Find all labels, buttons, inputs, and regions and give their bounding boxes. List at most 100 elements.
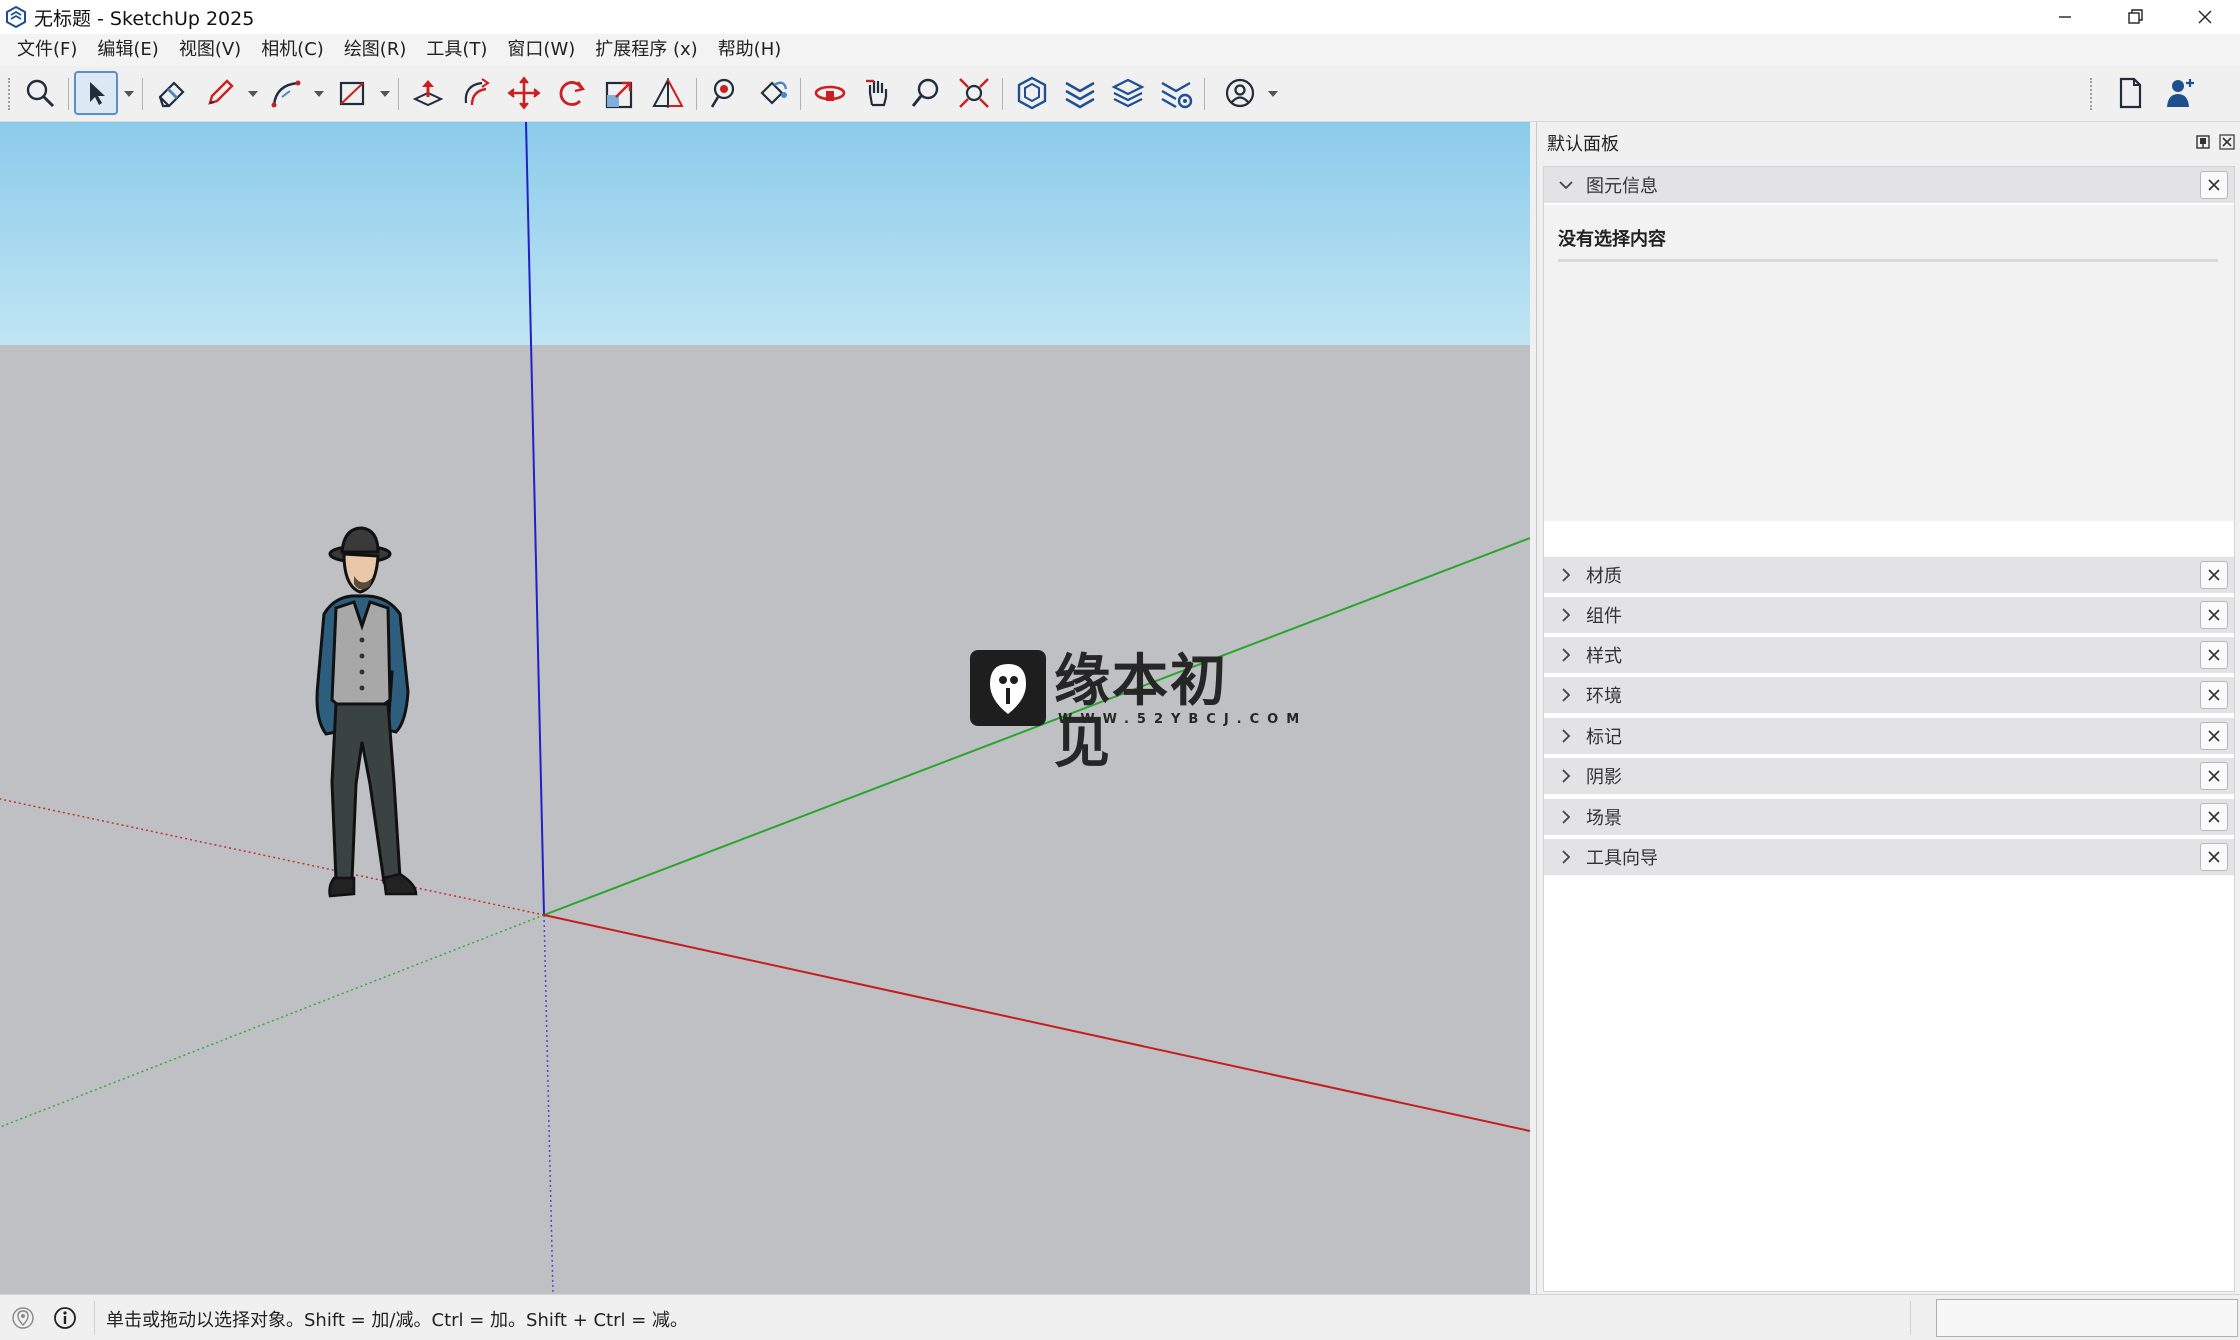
section-materials[interactable]: 材质 xyxy=(1544,557,2234,593)
close-section-button[interactable] xyxy=(2200,681,2228,709)
push-pull-tool-button[interactable] xyxy=(406,71,450,115)
menu-tools[interactable]: 工具(T) xyxy=(417,34,498,66)
user-profile-button[interactable] xyxy=(2158,71,2202,115)
geo-location-button[interactable] xyxy=(10,1305,36,1331)
scale-figure xyxy=(315,526,418,898)
modeling-viewport[interactable]: 缘本初见 WWW.52YBCJ.COM xyxy=(0,122,1530,1294)
section-shadows[interactable]: 阴影 xyxy=(1544,758,2234,794)
close-section-button[interactable] xyxy=(2200,171,2228,199)
pencil-tool-button[interactable] xyxy=(198,71,242,115)
main-toolbar xyxy=(0,66,2240,122)
chevron-down-icon xyxy=(1559,181,1573,190)
arc-tool-button[interactable] xyxy=(264,71,308,115)
menu-bar: 文件(F) 编辑(E) 视图(V) 相机(C) 绘图(R) 工具(T) 窗口(W… xyxy=(0,34,2240,66)
menu-extensions[interactable]: 扩展程序 (x) xyxy=(586,34,708,66)
menu-window[interactable]: 窗口(W) xyxy=(498,34,586,66)
menu-camera[interactable]: 相机(C) xyxy=(252,34,335,66)
section-scenes[interactable]: 场景 xyxy=(1544,799,2234,835)
close-section-button[interactable] xyxy=(2200,843,2228,871)
select-icon xyxy=(90,82,105,105)
restore-button[interactable] xyxy=(2100,0,2170,34)
tray-header-controls xyxy=(2195,134,2235,150)
window-controls xyxy=(2030,0,2240,34)
section-tags[interactable]: 标记 xyxy=(1544,718,2234,754)
toolbar-separator xyxy=(142,78,143,110)
pan-tool-button[interactable] xyxy=(856,71,900,115)
toolbar-separator xyxy=(68,78,69,110)
orbit-tool-button[interactable] xyxy=(808,71,852,115)
warehouse-button[interactable] xyxy=(1010,71,1054,115)
tray-title: 默认面板 xyxy=(1547,134,1619,155)
section-label: 环境 xyxy=(1586,686,1622,707)
section-entity-info[interactable]: 图元信息 xyxy=(1544,167,2234,203)
chevron-right-icon xyxy=(1562,608,1571,622)
toolbar-separator xyxy=(696,78,697,110)
section-styles[interactable]: 样式 xyxy=(1544,637,2234,673)
offset-icon xyxy=(652,78,684,108)
close-section-button[interactable] xyxy=(2200,762,2228,790)
section-instructor[interactable]: 工具向导 xyxy=(1544,839,2234,875)
rectangle-dropdown-arrow[interactable] xyxy=(378,88,392,100)
new-file-icon xyxy=(2119,77,2142,109)
chevron-down-icon xyxy=(380,91,390,97)
extension-warehouse-button[interactable] xyxy=(1058,71,1102,115)
zoom-tool-button[interactable] xyxy=(904,71,948,115)
section-label: 图元信息 xyxy=(1586,176,1658,197)
account-dropdown-arrow[interactable] xyxy=(1266,88,1280,100)
account-button[interactable] xyxy=(1218,71,1262,115)
select-tool-button[interactable] xyxy=(74,71,118,115)
section-components[interactable]: 组件 xyxy=(1544,597,2234,633)
new-file-button[interactable] xyxy=(2108,71,2152,115)
offset-tool-button[interactable] xyxy=(646,71,690,115)
section-label: 标记 xyxy=(1586,727,1622,748)
close-tray-icon[interactable] xyxy=(2219,134,2235,150)
menu-file[interactable]: 文件(F) xyxy=(8,34,88,66)
scale-tool-button[interactable] xyxy=(598,71,642,115)
close-section-button[interactable] xyxy=(2200,641,2228,669)
entity-info-content: 没有选择内容 xyxy=(1544,205,2234,521)
chevron-down-icon xyxy=(248,91,258,97)
pan-icon xyxy=(866,79,888,107)
close-section-button[interactable] xyxy=(2200,601,2228,629)
follow-me-tool-button[interactable] xyxy=(454,71,498,115)
divider xyxy=(1558,259,2218,262)
pin-icon[interactable] xyxy=(2195,134,2211,150)
credits-button[interactable] xyxy=(52,1305,78,1331)
close-section-button[interactable] xyxy=(2200,561,2228,589)
menu-edit[interactable]: 编辑(E) xyxy=(88,34,169,66)
layout-button[interactable] xyxy=(1106,71,1150,115)
zoom-extents-tool-button[interactable] xyxy=(952,71,996,115)
close-section-button[interactable] xyxy=(2200,722,2228,750)
red-axis xyxy=(543,914,1530,1132)
measurements-box[interactable] xyxy=(1936,1299,2238,1337)
toolbar-grip[interactable] xyxy=(2090,78,2093,110)
arc-dropdown-arrow[interactable] xyxy=(312,88,326,100)
menu-help[interactable]: 帮助(H) xyxy=(709,34,793,66)
minimize-icon xyxy=(2059,16,2071,18)
select-dropdown-arrow[interactable] xyxy=(122,88,136,100)
pencil-dropdown-arrow[interactable] xyxy=(246,88,260,100)
menu-view[interactable]: 视图(V) xyxy=(170,34,252,66)
close-section-button[interactable] xyxy=(2200,803,2228,831)
toolbar-grip[interactable] xyxy=(8,78,11,110)
eraser-icon xyxy=(158,81,185,108)
rectangle-tool-button[interactable] xyxy=(330,71,374,115)
section-environment[interactable]: 环境 xyxy=(1544,677,2234,713)
close-window-button[interactable] xyxy=(2170,0,2240,34)
window-title: 无标题 - SketchUp 2025 xyxy=(34,7,255,30)
user-icon xyxy=(2167,79,2194,107)
rotate-tool-button[interactable] xyxy=(550,71,594,115)
minimize-button[interactable] xyxy=(2030,0,2100,34)
section-label: 场景 xyxy=(1586,808,1622,829)
watermark: 缘本初见 WWW.52YBCJ.COM xyxy=(970,650,1299,774)
location-pin-icon xyxy=(12,1307,34,1329)
move-tool-button[interactable] xyxy=(502,71,546,115)
eraser-tool-button[interactable] xyxy=(150,71,194,115)
chevron-down-icon xyxy=(124,91,134,97)
paint-bucket-tool-button[interactable] xyxy=(750,71,794,115)
tape-measure-tool-button[interactable] xyxy=(702,71,746,115)
extension-manager-button[interactable] xyxy=(1154,71,1198,115)
menu-draw[interactable]: 绘图(R) xyxy=(335,34,418,66)
default-tray: 默认面板 图元信息 没有选择内容 材质 组件 样式 环境 标记 阴影 场景 工具… xyxy=(1536,122,2240,1294)
search-tool-button[interactable] xyxy=(18,71,62,115)
